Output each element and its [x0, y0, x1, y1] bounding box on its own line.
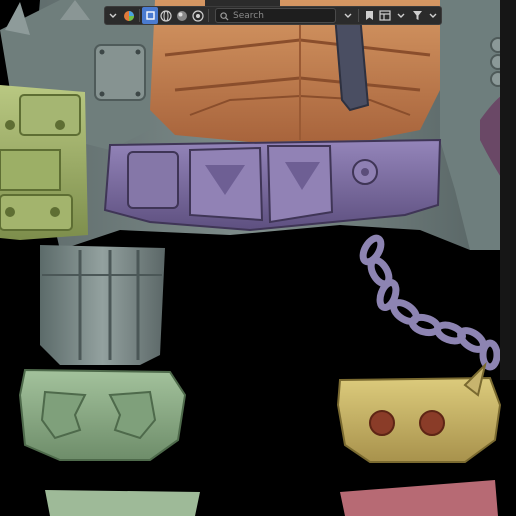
search-field[interactable]: [215, 8, 336, 23]
gauntlet: [40, 245, 165, 365]
select-box-icon[interactable]: [142, 7, 158, 24]
toolbar-separator: [139, 9, 140, 22]
viewport-toolbar: [104, 6, 442, 25]
chevron-down-icon[interactable]: [393, 7, 409, 24]
layout-icon[interactable]: [377, 7, 393, 24]
bookmark-icon[interactable]: [361, 7, 377, 24]
viewport[interactable]: [0, 0, 516, 516]
chevron-down-icon[interactable]: [340, 7, 356, 24]
funnel-icon[interactable]: [409, 7, 425, 24]
left-boot-top: [45, 490, 200, 516]
toolbar-separator: [358, 9, 359, 22]
viewport-edge: [500, 0, 516, 380]
globe-icon[interactable]: [158, 7, 174, 24]
right-boot-top: [340, 480, 498, 516]
search-icon: [220, 6, 229, 25]
material-sphere-icon[interactable]: [190, 7, 206, 24]
color-sphere-icon[interactable]: [121, 7, 137, 24]
toolbar-separator: [208, 9, 209, 22]
search-input[interactable]: [229, 10, 331, 21]
chevron-down-icon[interactable]: [105, 7, 121, 24]
chevron-down-icon[interactable]: [425, 7, 441, 24]
chain: [359, 234, 501, 371]
3d-viewport-scene[interactable]: [0, 0, 516, 516]
render-sphere-icon[interactable]: [174, 7, 190, 24]
